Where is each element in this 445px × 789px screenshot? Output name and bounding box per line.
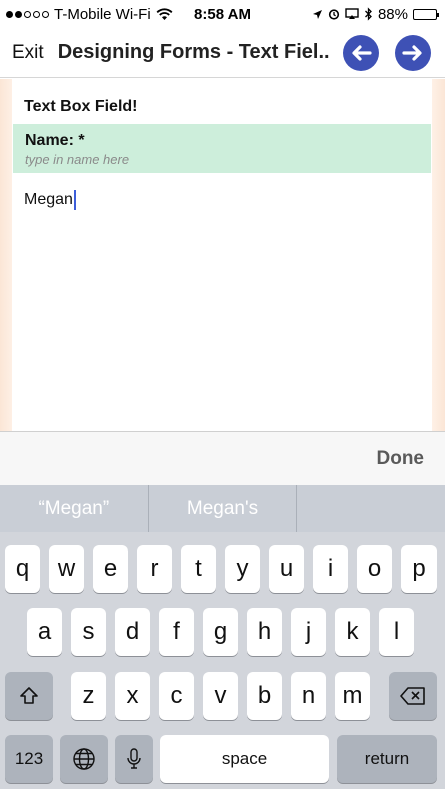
key-k[interactable]: k — [335, 608, 370, 656]
battery-icon — [413, 8, 439, 20]
delete-key[interactable] — [389, 672, 437, 720]
suggestion-item[interactable]: “Megan” — [0, 485, 149, 532]
done-button[interactable]: Done — [377, 448, 425, 470]
alarm-icon — [328, 9, 340, 20]
wifi-icon — [156, 7, 173, 20]
next-button[interactable] — [395, 35, 431, 71]
text-caret — [73, 190, 76, 210]
key-o[interactable]: o — [357, 545, 392, 593]
status-time: 8:58 AM — [194, 5, 251, 23]
key-q[interactable]: q — [5, 545, 40, 593]
keyboard-accessory-bar: Done — [0, 431, 445, 485]
space-key[interactable]: space — [160, 735, 329, 783]
return-key[interactable]: return — [337, 735, 437, 783]
bluetooth-icon — [365, 7, 372, 21]
key-h[interactable]: h — [247, 608, 282, 656]
key-v[interactable]: v — [203, 672, 238, 720]
key-m[interactable]: m — [335, 672, 370, 720]
page-title: Designing Forms - Text Fiel... — [57, 41, 330, 63]
dictation-key[interactable] — [115, 735, 153, 783]
key-y[interactable]: y — [225, 545, 260, 593]
suggestion-item[interactable] — [297, 485, 445, 532]
key-t[interactable]: t — [181, 545, 216, 593]
globe-key[interactable] — [60, 735, 108, 783]
key-f[interactable]: f — [159, 608, 194, 656]
exit-button[interactable]: Exit — [12, 42, 44, 64]
key-w[interactable]: w — [49, 545, 84, 593]
key-u[interactable]: u — [269, 545, 304, 593]
section-title: Text Box Field! — [24, 98, 138, 115]
key-g[interactable]: g — [203, 608, 238, 656]
key-i[interactable]: i — [313, 545, 348, 593]
globe-icon — [73, 748, 95, 770]
key-r[interactable]: r — [137, 545, 172, 593]
key-d[interactable]: d — [115, 608, 150, 656]
key-j[interactable]: j — [291, 608, 326, 656]
numbers-key[interactable]: 123 — [5, 735, 53, 783]
carrier-label: T-Mobile Wi-Fi — [54, 5, 151, 23]
key-s[interactable]: s — [71, 608, 106, 656]
key-b[interactable]: b — [247, 672, 282, 720]
arrow-right-icon — [402, 45, 422, 61]
keyboard: q w e r t y u i o p a s d f g h j k l z … — [0, 532, 445, 789]
shift-key[interactable] — [5, 672, 53, 720]
suggestion-item[interactable]: Megan's — [149, 485, 298, 532]
key-x[interactable]: x — [115, 672, 150, 720]
key-z[interactable]: z — [71, 672, 106, 720]
key-l[interactable]: l — [379, 608, 414, 656]
battery-percent: 88% — [377, 5, 408, 23]
key-e[interactable]: e — [93, 545, 128, 593]
status-right: 88% — [312, 5, 439, 23]
microphone-icon — [127, 748, 141, 769]
nav-bar: Exit Designing Forms - Text Fiel... — [0, 28, 445, 78]
status-bar: T-Mobile Wi-Fi 8:58 AM 88% — [0, 0, 445, 28]
previous-button[interactable] — [343, 35, 379, 71]
key-n[interactable]: n — [291, 672, 326, 720]
shift-icon — [20, 687, 38, 704]
field-label-box: Name: * type in name here — [13, 124, 431, 173]
arrow-left-icon — [352, 45, 372, 61]
name-input-value: Megan — [24, 191, 73, 208]
status-left: T-Mobile Wi-Fi — [6, 6, 173, 23]
predictive-suggestions: “Megan” Megan's — [0, 485, 445, 532]
backspace-icon — [400, 687, 425, 705]
screen-mirroring-icon — [345, 8, 359, 19]
field-label: Name: * — [25, 132, 85, 149]
field-hint: type in name here — [25, 152, 130, 167]
key-p[interactable]: p — [401, 545, 437, 593]
signal-strength-icon — [6, 10, 49, 18]
location-icon — [312, 9, 322, 19]
key-a[interactable]: a — [27, 608, 62, 656]
key-c[interactable]: c — [159, 672, 194, 720]
name-input[interactable]: Megan — [24, 188, 424, 212]
